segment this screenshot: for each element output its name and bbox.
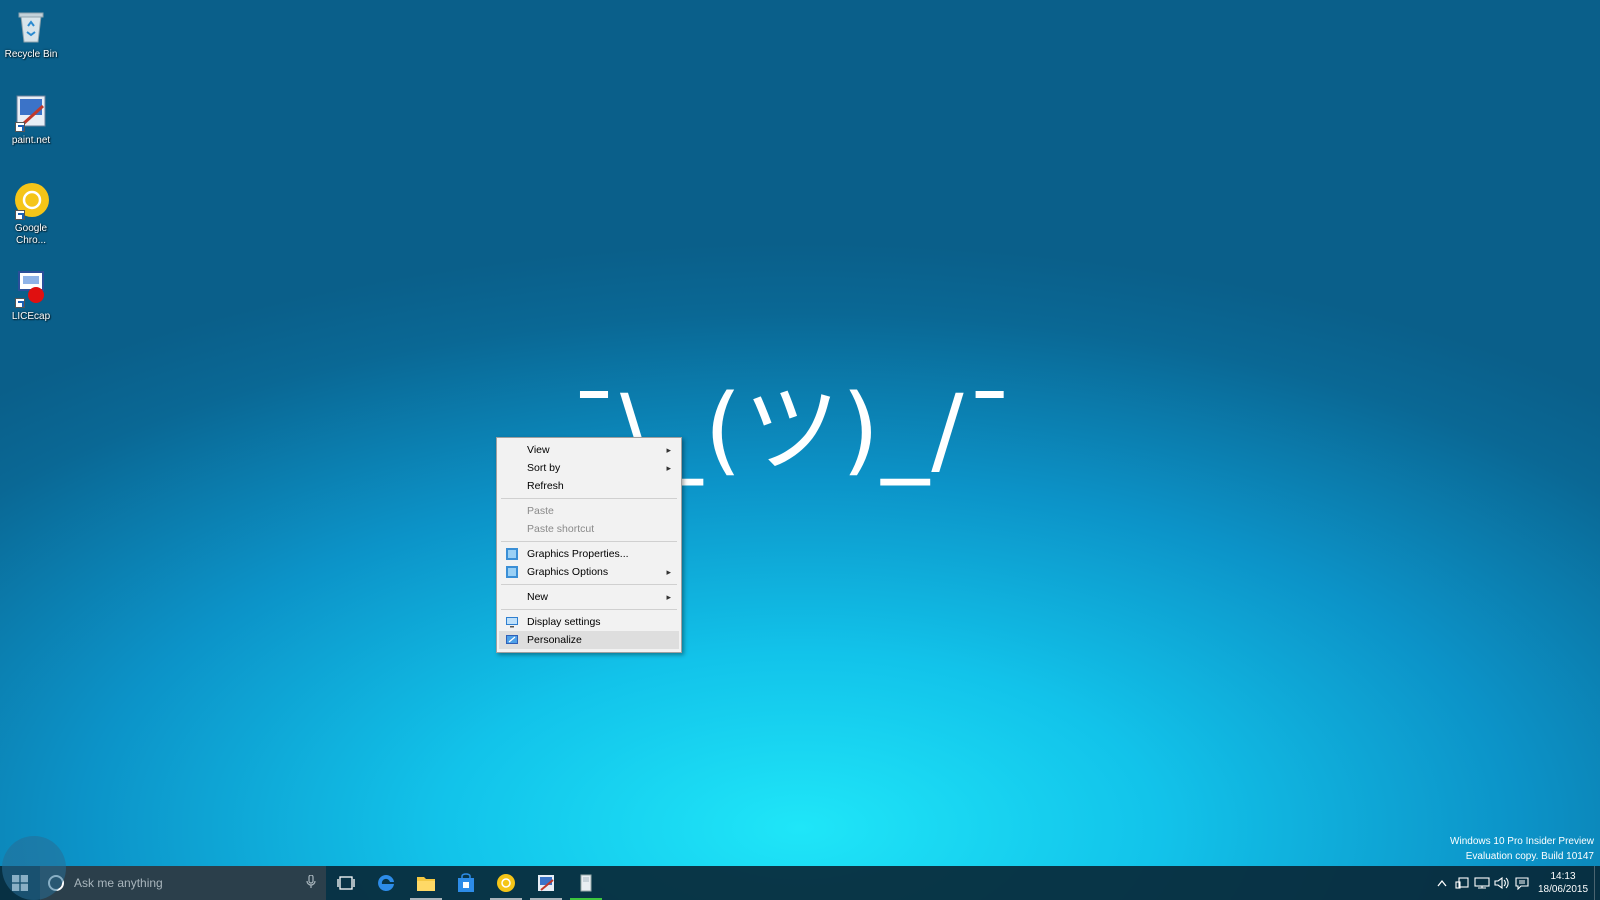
menu-item-label: Sort by (527, 462, 561, 474)
watermark-line-1: Windows 10 Pro Insider Preview (1450, 836, 1594, 847)
taskbar: Ask me anything 14:13 18/06/2015 (0, 866, 1600, 900)
device-icon (1455, 877, 1469, 889)
display-monitor-icon (506, 617, 518, 628)
menu-separator (501, 609, 677, 610)
chrome-icon (497, 874, 515, 892)
menu-item-label: Graphics Properties... (527, 548, 629, 560)
menu-item-label: Display settings (527, 616, 601, 628)
system-tray: 14:13 18/06/2015 (1432, 866, 1600, 900)
desktop-icon-label: LICEcap (11, 311, 51, 322)
chevron-right-icon: ▸ (666, 463, 671, 473)
action-center-icon (1515, 876, 1529, 890)
menu-item-label: Personalize (527, 634, 582, 646)
taskbar-licecap-button[interactable] (566, 866, 606, 900)
show-desktop-button[interactable] (1594, 866, 1600, 900)
menu-separator (501, 584, 677, 585)
task-view-button[interactable] (326, 866, 366, 900)
menu-item-refresh[interactable]: Refresh (499, 477, 679, 495)
menu-item-label: View (527, 444, 550, 456)
shortcut-arrow-icon (15, 298, 25, 308)
desktop-icon-paint-net[interactable]: paint.net (2, 92, 60, 147)
microphone-icon[interactable] (306, 875, 316, 889)
intel-graphics-icon (506, 566, 518, 578)
recycle-bin-icon (11, 6, 51, 46)
menu-item-label: Paste (527, 505, 554, 517)
desktop-icon-label: Google Chro... (14, 223, 48, 246)
tray-action-center-button[interactable] (1512, 866, 1532, 900)
menu-item-label: Graphics Options (527, 566, 609, 578)
tray-device-button[interactable] (1452, 866, 1472, 900)
menu-item-graphics-properties[interactable]: Graphics Properties... (499, 545, 679, 563)
menu-item-label: Paste shortcut (527, 523, 595, 535)
desktop-icon-recycle-bin[interactable]: Recycle Bin (2, 6, 60, 61)
desktop-icon-licecap[interactable]: LICEcap (2, 268, 60, 323)
windows-build-watermark: Windows 10 Pro Insider Preview Evaluatio… (1450, 834, 1594, 864)
menu-item-new[interactable]: New ▸ (499, 588, 679, 606)
clock-time: 14:13 (1550, 871, 1576, 882)
licecap-icon (580, 874, 592, 892)
taskbar-paint-net-button[interactable] (526, 866, 566, 900)
taskbar-store-button[interactable] (446, 866, 486, 900)
intel-graphics-icon (506, 548, 518, 560)
chevron-up-icon (1437, 879, 1447, 887)
menu-item-label: New (527, 591, 549, 603)
chevron-right-icon: ▸ (666, 567, 671, 577)
menu-separator (501, 541, 677, 542)
edge-icon (378, 874, 394, 891)
menu-item-sort-by[interactable]: Sort by ▸ (499, 459, 679, 477)
clock-date: 18/06/2015 (1537, 884, 1589, 895)
search-placeholder: Ask me anything (74, 876, 163, 890)
taskbar-file-explorer-button[interactable] (406, 866, 446, 900)
taskbar-chrome-button[interactable] (486, 866, 526, 900)
tray-volume-button[interactable] (1492, 866, 1512, 900)
menu-item-display-settings[interactable]: Display settings (499, 613, 679, 631)
desktop-icon-label: Recycle Bin (4, 49, 58, 60)
taskbar-clock[interactable]: 14:13 18/06/2015 (1532, 870, 1594, 896)
watermark-line-2: Evaluation copy. Build 10147 (1465, 851, 1594, 862)
chevron-right-icon: ▸ (666, 592, 671, 602)
menu-item-graphics-options[interactable]: Graphics Options ▸ (499, 563, 679, 581)
desktop-icon-label: paint.net (11, 135, 51, 146)
menu-item-personalize[interactable]: Personalize (499, 631, 679, 649)
desktop-icon-google-chrome[interactable]: Google Chro... (2, 180, 60, 247)
menu-item-label: Refresh (527, 480, 564, 492)
desktop-context-menu: View ▸ Sort by ▸ Refresh Paste Paste sho… (496, 437, 682, 653)
chrome-icon (11, 180, 51, 220)
menu-item-paste: Paste (499, 502, 679, 520)
shortcut-arrow-icon (15, 122, 25, 132)
menu-item-view[interactable]: View ▸ (499, 441, 679, 459)
menu-separator (501, 498, 677, 499)
speaker-icon (1494, 877, 1509, 889)
cortana-search-box[interactable]: Ask me anything (40, 866, 326, 900)
paint-net-icon (538, 875, 554, 891)
task-view-icon (337, 876, 355, 890)
taskbar-edge-button[interactable] (366, 866, 406, 900)
personalize-icon (506, 635, 518, 644)
folder-icon (417, 877, 435, 891)
network-icon (1474, 877, 1490, 889)
store-bag-icon (458, 873, 474, 892)
recording-overlay-logo (2, 836, 66, 900)
tray-network-button[interactable] (1472, 866, 1492, 900)
shortcut-arrow-icon (15, 210, 25, 220)
menu-item-paste-shortcut: Paste shortcut (499, 520, 679, 538)
licecap-icon (11, 268, 51, 308)
chevron-right-icon: ▸ (666, 445, 671, 455)
paint-net-icon (11, 92, 51, 132)
show-hidden-icons-button[interactable] (1432, 866, 1452, 900)
